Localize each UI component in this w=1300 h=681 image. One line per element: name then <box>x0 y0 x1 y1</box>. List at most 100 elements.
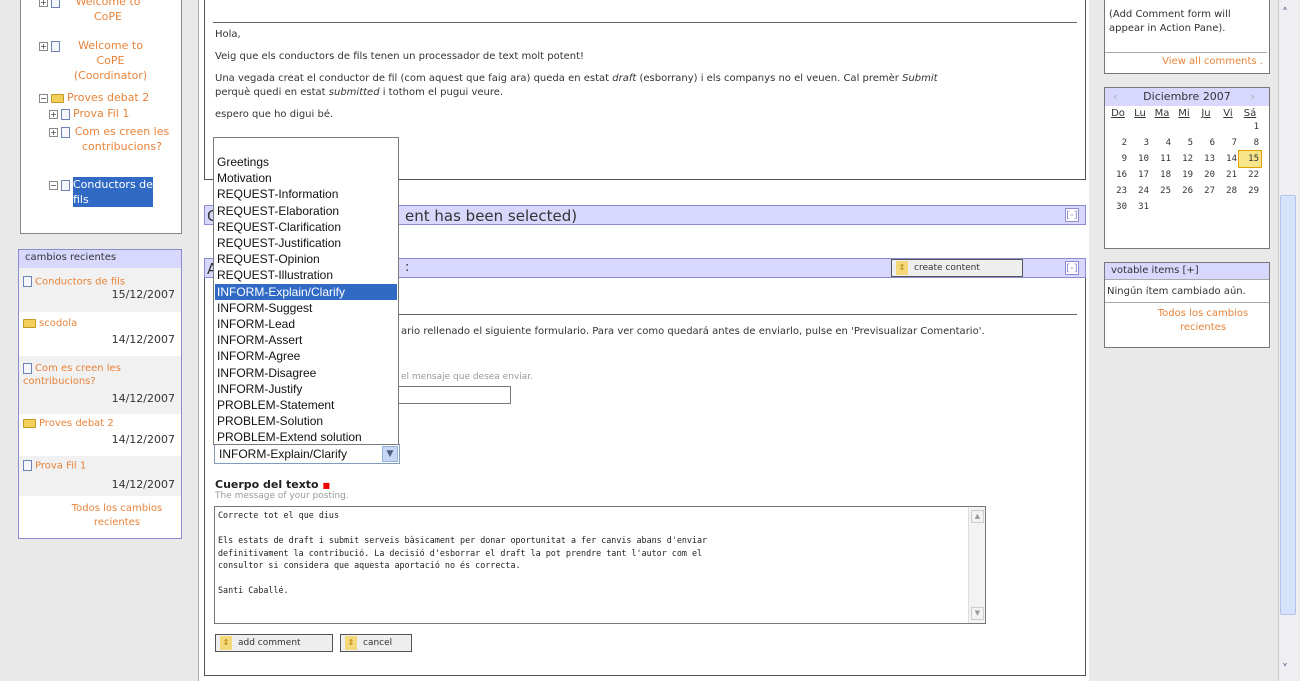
expand-icon[interactable]: + <box>39 0 48 7</box>
votable-items-title[interactable]: votable items [+] <box>1105 263 1269 280</box>
add-comment-button[interactable]: ⇕ add comment <box>215 634 333 652</box>
calendar-day[interactable]: 12 <box>1173 151 1195 167</box>
calendar-day[interactable]: 19 <box>1173 167 1195 183</box>
document-icon <box>51 40 60 52</box>
recent-item[interactable]: Conductors de fils 15/12/2007 <box>19 268 181 312</box>
calendar-day <box>1173 199 1195 215</box>
weekday-label: Ma <box>1154 108 1170 119</box>
calendar-day[interactable]: 3 <box>1129 135 1151 151</box>
message-type-dropdown-list[interactable]: Greetings Motivation REQUEST-Information RE… <box>213 137 399 445</box>
dropdown-option[interactable]: PROBLEM-Extend solution <box>217 429 362 445</box>
calendar-day[interactable]: 31 <box>1129 199 1151 215</box>
dropdown-option[interactable]: PROBLEM-Statement <box>217 397 334 413</box>
scroll-down-icon[interactable]: ˅ <box>1282 662 1288 676</box>
dropdown-option[interactable]: REQUEST-Information <box>217 186 338 202</box>
dropdown-option[interactable]: REQUEST-Opinion <box>217 251 320 267</box>
subject-hint: el mensaje que desea enviar. <box>401 372 533 382</box>
next-month-icon[interactable]: › <box>1251 88 1255 106</box>
calendar-day[interactable]: 7 <box>1217 135 1239 151</box>
recent-item[interactable]: Com es creen les contribucions? 14/12/20… <box>19 356 181 414</box>
view-all-comments-link[interactable]: View all comments . <box>1162 56 1263 67</box>
expand-icon[interactable]: + <box>39 41 48 51</box>
tree-item-prova-fil[interactable]: + Prova Fil 1 <box>49 106 129 121</box>
calendar-day-today[interactable]: 15 <box>1238 150 1262 168</box>
tree-item-welcome-coordinator[interactable]: + Welcome to CoPE (Coordinator) <box>39 38 179 83</box>
calendar-day[interactable]: 9 <box>1107 151 1129 167</box>
calendar-day[interactable]: 16 <box>1107 167 1129 183</box>
expand-icon[interactable]: + <box>49 127 58 137</box>
arrows-icon: ⇕ <box>345 636 357 650</box>
calendar-day[interactable]: 10 <box>1129 151 1151 167</box>
chevron-down-icon[interactable]: ▼ <box>382 446 398 462</box>
calendar: ‹ Diciembre 2007 › Do Lu Ma Mi Ju Vi Sá 1 2 3 4 5 6 7… <box>1104 87 1270 249</box>
calendar-day[interactable]: 8 <box>1239 135 1261 151</box>
scroll-up-icon[interactable]: ▲ <box>971 510 984 523</box>
calendar-day[interactable]: 24 <box>1129 183 1151 199</box>
calendar-day[interactable]: 26 <box>1173 183 1195 199</box>
recent-item[interactable]: Proves debat 2 14/12/2007 <box>19 414 181 456</box>
collapse-button[interactable]: [-] <box>1065 208 1079 222</box>
tree-item-com-es-creen[interactable]: + Com es creen les contribucions? <box>49 124 179 154</box>
calendar-day[interactable]: 13 <box>1195 151 1217 167</box>
folder-icon <box>23 418 36 428</box>
calendar-day[interactable]: 18 <box>1151 167 1173 183</box>
scrollbar-thumb[interactable] <box>1280 195 1296 615</box>
folder-icon <box>51 93 64 103</box>
create-content-button[interactable]: ⇕ create content <box>891 259 1023 277</box>
calendar-day[interactable]: 22 <box>1239 167 1261 183</box>
all-votable-changes-link[interactable]: Todos los cambios recientes <box>1105 303 1269 335</box>
scroll-up-icon[interactable]: ˄ <box>1282 6 1288 20</box>
dropdown-option[interactable]: REQUEST-Justification <box>217 235 341 251</box>
dropdown-option[interactable]: Greetings <box>217 154 269 170</box>
all-recent-changes-link[interactable]: Todos los cambios recientes <box>19 502 181 536</box>
collapse-button[interactable]: [-] <box>1065 261 1079 275</box>
dropdown-option[interactable]: INFORM-Explain/Clarify <box>215 283 397 300</box>
calendar-day[interactable]: 21 <box>1217 167 1239 183</box>
calendar-day[interactable]: 25 <box>1151 183 1173 199</box>
dropdown-option[interactable]: REQUEST-Elaboration <box>217 203 339 219</box>
recent-item[interactable]: scodola 14/12/2007 <box>19 312 181 356</box>
tree-item-proves-debat[interactable]: − Proves debat 2 <box>39 90 149 105</box>
message-type-select[interactable]: INFORM-Explain/Clarify ▼ <box>214 444 400 464</box>
calendar-day[interactable]: 11 <box>1151 151 1173 167</box>
prev-month-icon[interactable]: ‹ <box>1113 88 1117 106</box>
recent-item[interactable]: Prova Fil 1 14/12/2007 <box>19 456 181 496</box>
calendar-day[interactable]: 2 <box>1107 135 1129 151</box>
tree-item-conductors[interactable]: − Conductors de fils <box>49 177 179 207</box>
calendar-day[interactable]: 28 <box>1217 183 1239 199</box>
calendar-day[interactable]: 27 <box>1195 183 1217 199</box>
dropdown-option[interactable]: INFORM-Assert <box>217 332 302 348</box>
collapse-icon[interactable]: − <box>49 180 58 190</box>
cancel-button[interactable]: ⇕ cancel <box>340 634 412 652</box>
subject-input[interactable] <box>397 386 511 404</box>
recent-changes-panel: cambios recientes Conductors de fils 15/… <box>18 249 182 539</box>
calendar-day[interactable]: 29 <box>1239 183 1261 199</box>
calendar-day[interactable]: 4 <box>1151 135 1173 151</box>
calendar-day[interactable]: 5 <box>1173 135 1195 151</box>
scroll-down-icon[interactable]: ▼ <box>971 607 984 620</box>
calendar-day[interactable]: 30 <box>1107 199 1129 215</box>
calendar-day[interactable]: 20 <box>1195 167 1217 183</box>
dropdown-option[interactable]: Motivation <box>217 170 272 186</box>
dropdown-option[interactable]: INFORM-Justify <box>217 381 302 397</box>
votable-items-panel: votable items [+] Ningún ítem cambiado a… <box>1104 262 1270 348</box>
dropdown-option[interactable]: INFORM-Suggest <box>217 300 312 316</box>
textarea-scrollbar[interactable]: ▲ ▼ <box>968 507 985 623</box>
body-textarea[interactable]: Correcte tot el que dius Els estats de d… <box>214 506 986 624</box>
calendar-day[interactable]: 17 <box>1129 167 1151 183</box>
calendar-day <box>1151 199 1173 215</box>
dropdown-option[interactable]: REQUEST-Clarification <box>217 219 341 235</box>
dropdown-option[interactable]: INFORM-Agree <box>217 348 300 364</box>
expand-icon[interactable]: + <box>49 109 58 119</box>
calendar-day[interactable]: 6 <box>1195 135 1217 151</box>
dropdown-option[interactable]: PROBLEM-Solution <box>217 413 323 429</box>
calendar-header: ‹ Diciembre 2007 › <box>1105 88 1269 106</box>
collapse-icon[interactable]: − <box>39 93 48 103</box>
dropdown-option[interactable]: INFORM-Lead <box>217 316 295 332</box>
calendar-day[interactable]: 14 <box>1217 151 1239 167</box>
dropdown-option[interactable]: REQUEST-Illustration <box>217 267 333 283</box>
dropdown-option[interactable]: INFORM-Disagree <box>217 365 316 381</box>
tree-item-welcome[interactable]: + Welcome to CoPE <box>39 0 153 24</box>
calendar-day[interactable]: 1 <box>1239 119 1261 135</box>
calendar-day[interactable]: 23 <box>1107 183 1129 199</box>
